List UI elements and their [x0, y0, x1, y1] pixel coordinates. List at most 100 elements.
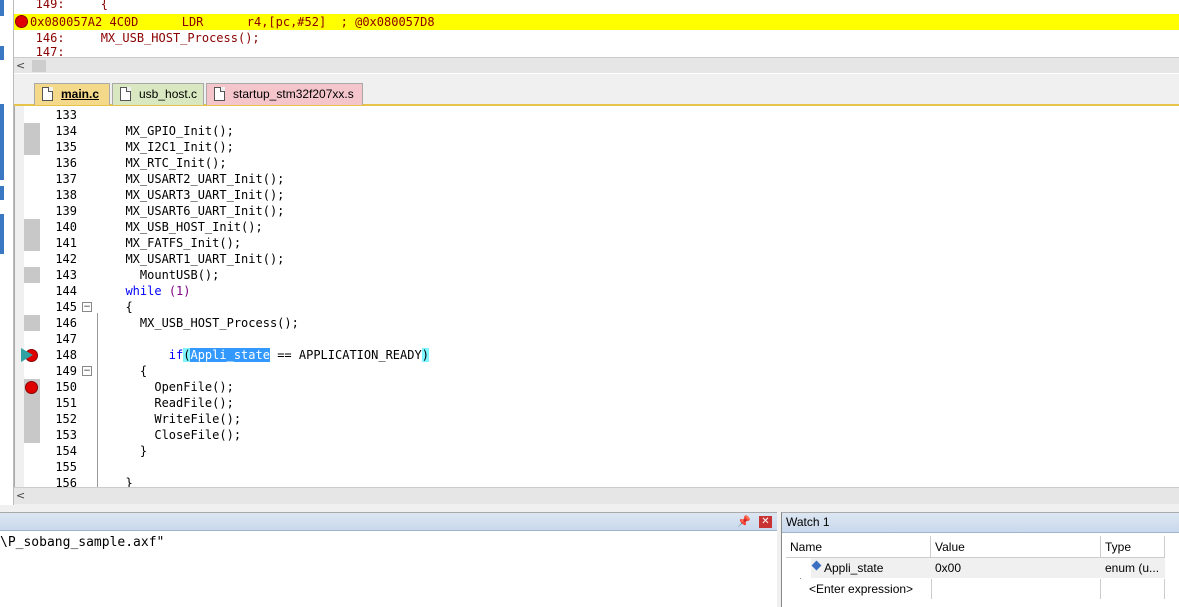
- tab-label: startup_stm32f207xx.s: [233, 87, 354, 101]
- code-line[interactable]: 147: [15, 331, 1179, 347]
- line-number: 156: [55, 476, 77, 487]
- fold-toggle-icon[interactable]: −: [82, 366, 92, 376]
- code-line[interactable]: 137 MX_USART2_UART_Init();: [15, 171, 1179, 187]
- fold-toggle-icon[interactable]: −: [82, 302, 92, 312]
- code-text[interactable]: MX_I2C1_Init();: [111, 139, 233, 155]
- line-number: 143: [55, 268, 77, 282]
- close-icon[interactable]: ✕: [759, 516, 772, 528]
- disasm-line[interactable]: 149: {: [14, 0, 1179, 12]
- code-line[interactable]: 148 if(Appli_state == APPLICATION_READY): [15, 347, 1179, 363]
- code-text[interactable]: MX_USART6_UART_Init();: [111, 203, 284, 219]
- code-line[interactable]: 145− {: [15, 299, 1179, 315]
- line-number: 150: [55, 380, 77, 394]
- pin-icon[interactable]: 📌: [737, 515, 751, 528]
- breakpoint-icon[interactable]: [15, 15, 28, 28]
- code-line[interactable]: 156 }: [15, 475, 1179, 487]
- code-line[interactable]: 140 MX_USB_HOST_Init();: [15, 219, 1179, 235]
- column-header-value[interactable]: Value: [931, 536, 1101, 558]
- line-number: 135: [55, 140, 77, 154]
- watch-row-enter[interactable]: <Enter expression>: [786, 579, 1165, 599]
- column-header-name[interactable]: Name: [786, 536, 931, 558]
- file-icon: [42, 87, 53, 101]
- code-line[interactable]: 152 WriteFile();: [15, 411, 1179, 427]
- code-text[interactable]: {: [111, 299, 132, 315]
- code-editor[interactable]: 133 134 MX_GPIO_Init(); 135 MX_I2C1_Init()…: [14, 106, 1179, 487]
- line-number: 145: [55, 300, 77, 314]
- coverage-mark: [24, 315, 40, 331]
- watch-value[interactable]: 0x00: [931, 558, 1101, 578]
- code-text[interactable]: MX_FATFS_Init();: [111, 235, 241, 251]
- code-text[interactable]: {: [111, 363, 147, 379]
- code-text[interactable]: MX_USB_HOST_Init();: [111, 219, 262, 235]
- code-text[interactable]: while (1): [111, 283, 190, 299]
- tab-label: usb_host.c: [139, 87, 198, 101]
- code-text[interactable]: MX_RTC_Init();: [111, 155, 226, 171]
- code-text[interactable]: }: [111, 475, 132, 487]
- selected-variable: Appli_state: [190, 348, 270, 362]
- disasm-current-line[interactable]: 0x080057A2 4C0D LDR r4,[pc,#52] ; @0x080…: [14, 14, 1179, 30]
- code-text[interactable]: OpenFile();: [111, 379, 233, 395]
- code-line[interactable]: 138 MX_USART3_UART_Init();: [15, 187, 1179, 203]
- tab-startup-s[interactable]: startup_stm32f207xx.s: [206, 83, 363, 105]
- code-line[interactable]: 144 while (1): [15, 283, 1179, 299]
- code-line[interactable]: 151 ReadFile();: [15, 395, 1179, 411]
- code-text[interactable]: MX_GPIO_Init();: [111, 123, 233, 139]
- enter-expression-field[interactable]: <Enter expression>: [809, 579, 913, 599]
- line-number: 144: [55, 284, 77, 298]
- strip-marker: [0, 186, 4, 200]
- watch-table[interactable]: Name Value Type Appli_state 0x00 enum (u…: [782, 533, 1179, 607]
- code-line[interactable]: 142 MX_USART1_UART_Init();: [15, 251, 1179, 267]
- editor-horizontal-scrollbar[interactable]: <: [14, 487, 1179, 504]
- code-text[interactable]: MX_USART3_UART_Init();: [111, 187, 284, 203]
- code-line[interactable]: 136 MX_RTC_Init();: [15, 155, 1179, 171]
- code-text[interactable]: }: [111, 443, 147, 459]
- disassembly-window[interactable]: 149: { 0x080057A2 4C0D LDR r4,[pc,#52] ;…: [14, 0, 1179, 74]
- coverage-mark: [24, 235, 40, 251]
- code-text[interactable]: MX_USB_HOST_Process();: [111, 315, 299, 331]
- line-number: 136: [55, 156, 77, 170]
- watch-value[interactable]: [931, 579, 1101, 599]
- code-line[interactable]: 141 MX_FATFS_Init();: [15, 235, 1179, 251]
- line-number: 141: [55, 236, 77, 250]
- code-text[interactable]: MountUSB();: [111, 267, 219, 283]
- line-number: 151: [55, 396, 77, 410]
- line-number: 142: [55, 252, 77, 266]
- code-text[interactable]: MX_USART1_UART_Init();: [111, 251, 284, 267]
- line-number: 147: [55, 332, 77, 346]
- tab-main-c[interactable]: main.c: [34, 83, 110, 105]
- code-text[interactable]: WriteFile();: [111, 411, 241, 427]
- code-line[interactable]: 133: [15, 107, 1179, 123]
- condition-text: == APPLICATION_READY: [269, 348, 422, 362]
- code-line[interactable]: 135 MX_I2C1_Init();: [15, 139, 1179, 155]
- code-line[interactable]: 139 MX_USART6_UART_Init();: [15, 203, 1179, 219]
- code-text[interactable]: CloseFile();: [111, 427, 241, 443]
- code-line[interactable]: 150 OpenFile();: [15, 379, 1179, 395]
- code-line[interactable]: 143 MountUSB();: [15, 267, 1179, 283]
- code-text[interactable]: ReadFile();: [111, 395, 233, 411]
- line-number: 133: [55, 108, 77, 122]
- tab-label: main.c: [61, 87, 100, 101]
- code-line[interactable]: 134 MX_GPIO_Init();: [15, 123, 1179, 139]
- fold-guide: [97, 313, 98, 487]
- breakpoint-icon[interactable]: [25, 381, 38, 394]
- scroll-left-icon[interactable]: <: [16, 488, 30, 504]
- watch-row[interactable]: Appli_state 0x00 enum (u...: [786, 558, 1165, 578]
- code-line[interactable]: 154 }: [15, 443, 1179, 459]
- code-text[interactable]: if(Appli_state == APPLICATION_READY): [111, 347, 429, 363]
- strip-marker: [0, 104, 4, 180]
- output-text: \P_sobang_sample.axf": [0, 535, 165, 550]
- output-panel-header: 📌 ✕: [0, 513, 777, 531]
- tab-usb-host-c[interactable]: usb_host.c: [112, 83, 204, 105]
- code-line[interactable]: 149− {: [15, 363, 1179, 379]
- disasm-horizontal-scrollbar[interactable]: <: [14, 57, 1179, 73]
- code-text[interactable]: MX_USART2_UART_Init();: [111, 171, 284, 187]
- code-line[interactable]: 155: [15, 459, 1179, 475]
- column-header-type[interactable]: Type: [1101, 536, 1165, 558]
- scroll-thumb[interactable]: [32, 60, 46, 72]
- code-line[interactable]: 153 CloseFile();: [15, 427, 1179, 443]
- watch-type: [1101, 579, 1165, 599]
- line-number: 154: [55, 444, 77, 458]
- code-line[interactable]: 146 MX_USB_HOST_Process();: [15, 315, 1179, 331]
- scroll-left-icon[interactable]: <: [16, 58, 30, 74]
